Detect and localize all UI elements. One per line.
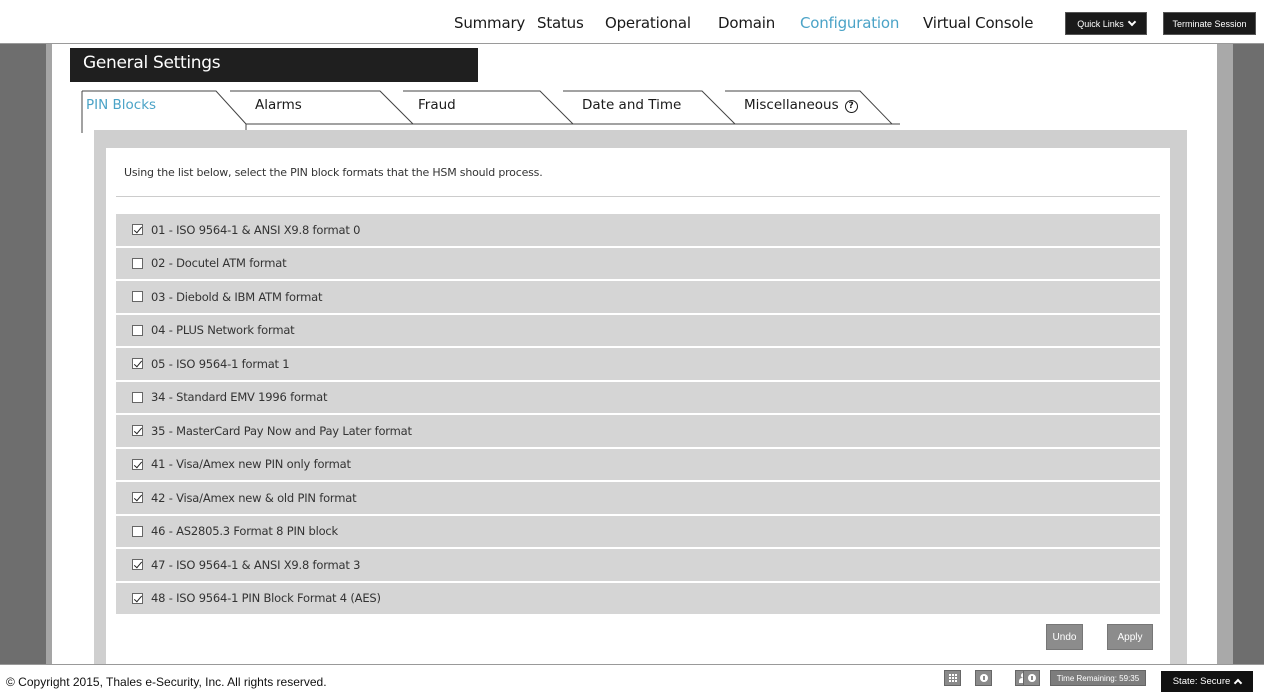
nav-domain[interactable]: Domain [718, 14, 775, 32]
apply-button[interactable]: Apply [1107, 624, 1153, 650]
grid-icon[interactable] [944, 670, 961, 686]
pin-format-row[interactable]: 04 - PLUS Network format [116, 314, 1160, 346]
info-icon[interactable] [975, 670, 992, 686]
pin-format-row[interactable]: 02 - Docutel ATM format [116, 247, 1160, 279]
top-navigation-bar: Summary Status Operational Domain Config… [0, 0, 1264, 44]
nav-operational[interactable]: Operational [605, 14, 691, 32]
pin-format-label: 42 - Visa/Amex new & old PIN format [151, 490, 357, 505]
chevron-down-icon [1127, 17, 1137, 27]
pin-format-list: 01 - ISO 9564-1 & ANSI X9.8 format 0 02 -… [116, 214, 1160, 616]
state-label: State: Secure [1172, 676, 1231, 687]
copyright-text: © Copyright 2015, Thales e-Security, Inc… [6, 675, 327, 689]
pin-format-label: 04 - PLUS Network format [151, 323, 295, 338]
pin-format-row[interactable]: 35 - MasterCard Pay Now and Pay Later fo… [116, 415, 1160, 447]
pin-format-checkbox[interactable] [132, 291, 143, 303]
pin-format-row[interactable]: 03 - Diebold & IBM ATM format [116, 281, 1160, 313]
pin-format-checkbox[interactable] [132, 358, 143, 370]
pin-format-row[interactable]: 42 - Visa/Amex new & old PIN format [116, 482, 1160, 514]
terminate-session-label: Terminate Session [1172, 18, 1247, 29]
pin-format-label: 01 - ISO 9564-1 & ANSI X9.8 format 0 [151, 222, 361, 237]
pin-format-label: 02 - Docutel ATM format [151, 256, 287, 271]
tab-fraud[interactable]: Fraud [418, 97, 456, 113]
tab-pin-blocks[interactable]: PIN Blocks [86, 97, 156, 113]
pin-format-checkbox[interactable] [132, 257, 143, 269]
nav-configuration[interactable]: Configuration [800, 14, 899, 32]
help-icon[interactable]: ? [844, 100, 858, 113]
info-icon[interactable] [1023, 670, 1040, 686]
pin-format-row[interactable]: 41 - Visa/Amex new PIN only format [116, 448, 1160, 480]
state-button[interactable]: State: Secure [1161, 671, 1253, 692]
terminate-session-button[interactable]: Terminate Session [1163, 12, 1256, 35]
nav-virtual-console[interactable]: Virtual Console [923, 14, 1034, 32]
pin-format-row[interactable]: 46 - AS2805.3 Format 8 PIN block [116, 515, 1160, 547]
pin-format-checkbox[interactable] [132, 525, 143, 537]
instruction-text: Using the list below, select the PIN blo… [124, 166, 543, 179]
tab-date-and-time[interactable]: Date and Time [582, 97, 681, 113]
time-remaining: Time Remaining: 59:35 [1050, 670, 1146, 686]
pin-format-row[interactable]: 34 - Standard EMV 1996 format [116, 381, 1160, 413]
pin-format-label: 35 - MasterCard Pay Now and Pay Later fo… [151, 423, 412, 438]
nav-summary[interactable]: Summary [454, 14, 525, 32]
pin-format-checkbox[interactable] [132, 492, 143, 504]
pin-format-checkbox[interactable] [132, 224, 143, 236]
divider [116, 196, 1160, 197]
left-gutter [0, 44, 52, 664]
pin-format-label: 46 - AS2805.3 Format 8 PIN block [151, 524, 339, 539]
right-gutter-edge [1217, 44, 1233, 664]
pin-format-row[interactable]: 48 - ISO 9564-1 PIN Block Format 4 (AES) [116, 582, 1160, 614]
pin-format-checkbox[interactable] [132, 391, 143, 403]
nav-status[interactable]: Status [537, 14, 584, 32]
tab-miscellaneous[interactable]: Miscellaneous? [744, 97, 858, 113]
tab-miscellaneous-label: Miscellaneous [744, 97, 839, 113]
undo-button[interactable]: Undo [1046, 624, 1083, 650]
pin-format-label: 47 - ISO 9564-1 & ANSI X9.8 format 3 [151, 557, 361, 572]
quick-links-button[interactable]: Quick Links [1065, 12, 1147, 35]
pin-format-label: 34 - Standard EMV 1996 format [151, 390, 328, 405]
pin-format-checkbox[interactable] [132, 559, 143, 571]
pin-format-checkbox[interactable] [132, 458, 143, 470]
pin-format-row[interactable]: 01 - ISO 9564-1 & ANSI X9.8 format 0 [116, 214, 1160, 246]
quick-links-label: Quick Links [1077, 18, 1124, 29]
pin-format-row[interactable]: 47 - ISO 9564-1 & ANSI X9.8 format 3 [116, 549, 1160, 581]
chevron-up-icon [1234, 678, 1243, 688]
pin-format-label: 03 - Diebold & IBM ATM format [151, 289, 323, 304]
section-title: General Settings [70, 48, 478, 82]
pin-format-row[interactable]: 05 - ISO 9564-1 format 1 [116, 348, 1160, 380]
pin-format-checkbox[interactable] [132, 592, 143, 604]
tab-alarms[interactable]: Alarms [255, 97, 302, 113]
pin-format-label: 48 - ISO 9564-1 PIN Block Format 4 (AES) [151, 591, 381, 606]
pin-format-label: 05 - ISO 9564-1 format 1 [151, 356, 290, 371]
pin-format-checkbox[interactable] [132, 425, 143, 437]
pin-format-checkbox[interactable] [132, 324, 143, 336]
pin-format-label: 41 - Visa/Amex new PIN only format [151, 457, 351, 472]
